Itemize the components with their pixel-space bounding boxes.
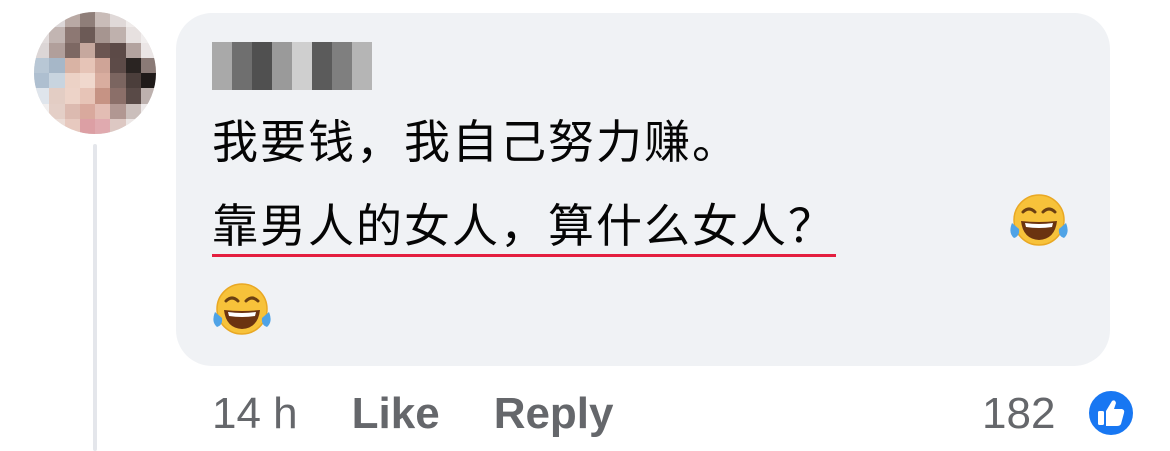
reply-button[interactable]: Reply — [494, 389, 614, 439]
comment-timestamp[interactable]: 14 h — [212, 389, 298, 439]
commenter-name-censored[interactable] — [212, 42, 372, 90]
face-with-tears-of-joy-icon — [213, 283, 271, 335]
reaction-count[interactable]: 182 — [982, 386, 1055, 442]
comment-text-line-2: 靠男人的女人，算什么女人？ — [212, 199, 836, 253]
thread-line — [93, 144, 97, 451]
thumbs-up-icon[interactable] — [1086, 388, 1136, 438]
avatar[interactable] — [34, 12, 156, 134]
like-button[interactable]: Like — [352, 389, 440, 439]
comment-text-line-1: 我要钱，我自己努力赚。 — [212, 115, 740, 169]
comment-actions: 14 h Like Reply — [212, 386, 668, 442]
face-with-tears-of-joy-icon — [1010, 194, 1068, 246]
